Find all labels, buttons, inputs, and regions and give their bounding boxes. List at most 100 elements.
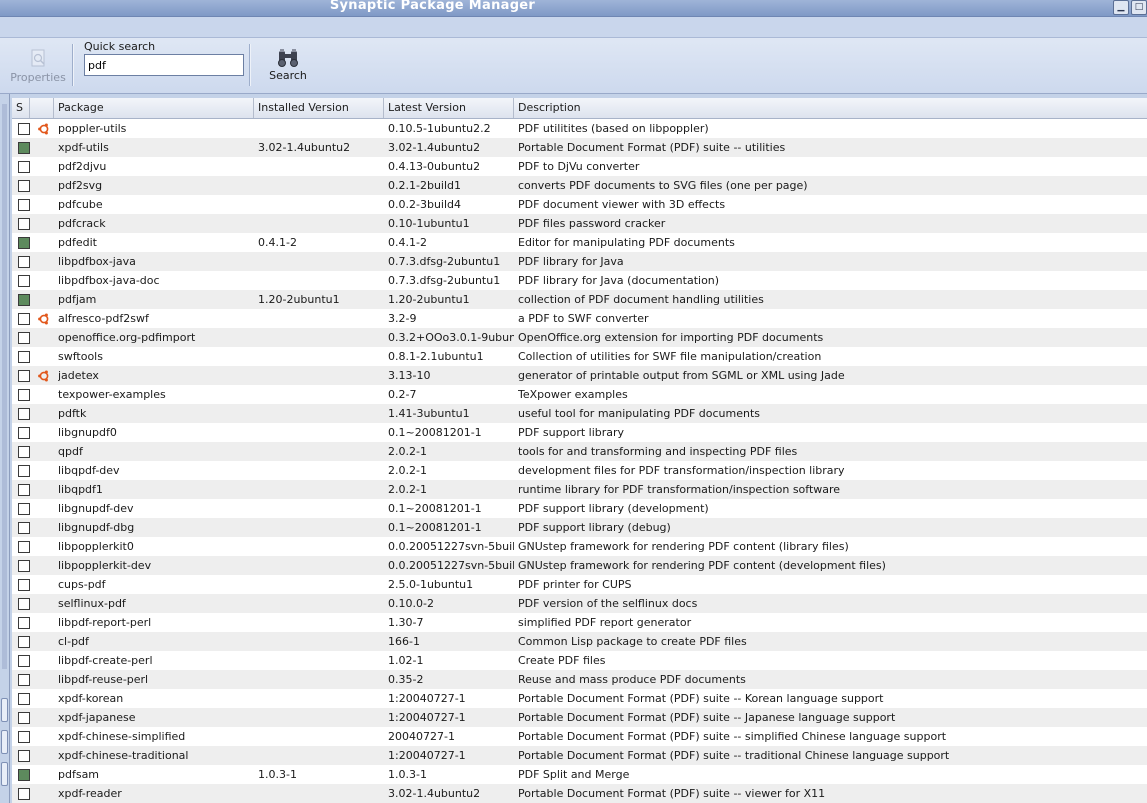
package-name: xpdf-reader	[58, 787, 122, 800]
not-installed-status-checkbox[interactable]	[18, 370, 30, 382]
not-installed-status-checkbox[interactable]	[18, 522, 30, 534]
package-row[interactable]: cl-pdf 166-1 Common Lisp package to create…	[12, 632, 1147, 651]
package-row[interactable]: libpdfbox-java-doc 0.7.3.dfsg-2ubuntu1 PDF…	[12, 271, 1147, 290]
left-pane	[0, 94, 10, 803]
package-row[interactable]: pdfedit 0.4.1-2 0.4.1-2 Editor for manipula…	[12, 233, 1147, 252]
package-row[interactable]: xpdf-chinese-simplified 20040727-1 Portabl…	[12, 727, 1147, 746]
column-header-latest-version[interactable]: Latest Version	[384, 98, 514, 118]
not-installed-status-checkbox[interactable]	[18, 788, 30, 800]
package-name: pdf2djvu	[58, 160, 107, 173]
package-row[interactable]: xpdf-chinese-traditional 1:20040727-1 Port…	[12, 746, 1147, 765]
package-row[interactable]: libgnupdf0 0.1~20081201-1 PDF support libr…	[12, 423, 1147, 442]
package-row[interactable]: pdfcube 0.0.2-3build4 PDF document viewer …	[12, 195, 1147, 214]
package-row[interactable]: xpdf-korean 1:20040727-1 Portable Document…	[12, 689, 1147, 708]
package-row[interactable]: pdfcrack 0.10-1ubuntu1 PDF files password …	[12, 214, 1147, 233]
package-row[interactable]: openoffice.org-pdfimport 0.3.2+OOo3.0.1-9…	[12, 328, 1147, 347]
package-row[interactable]: pdf2svg 0.2.1-2build1 converts PDF documen…	[12, 176, 1147, 195]
not-installed-status-checkbox[interactable]	[18, 674, 30, 686]
installed-status-icon[interactable]	[18, 294, 30, 306]
not-installed-status-checkbox[interactable]	[18, 750, 30, 762]
package-row[interactable]: jadetex 3.13-10 generator of printable out…	[12, 366, 1147, 385]
not-installed-status-checkbox[interactable]	[18, 256, 30, 268]
package-row[interactable]: pdfjam 1.20-2ubuntu1 1.20-2ubuntu1 collecti…	[12, 290, 1147, 309]
latest-version: 0.4.13-0ubuntu2	[388, 160, 481, 173]
latest-version: 0.1~20081201-1	[388, 426, 482, 439]
installed-status-icon[interactable]	[18, 237, 30, 249]
latest-version: 20040727-1	[388, 730, 455, 743]
package-description: GNUstep framework for rendering PDF cont…	[518, 540, 849, 553]
not-installed-status-checkbox[interactable]	[18, 313, 30, 325]
not-installed-status-checkbox[interactable]	[18, 541, 30, 553]
not-installed-status-checkbox[interactable]	[18, 332, 30, 344]
package-row[interactable]: swftools 0.8.1-2.1ubuntu1 Collection of ut…	[12, 347, 1147, 366]
not-installed-status-checkbox[interactable]	[18, 465, 30, 477]
package-description: runtime library for PDF transformation/i…	[518, 483, 841, 496]
package-row[interactable]: libpdf-reuse-perl 0.35-2 Reuse and mass pr…	[12, 670, 1147, 689]
package-row[interactable]: pdftk 1.41-3ubuntu1 useful tool for manipu…	[12, 404, 1147, 423]
filter-tab-button[interactable]	[1, 762, 8, 786]
package-name: xpdf-korean	[58, 692, 124, 705]
package-row[interactable]: qpdf 2.0.2-1 tools for and transforming an…	[12, 442, 1147, 461]
not-installed-status-checkbox[interactable]	[18, 275, 30, 287]
not-installed-status-checkbox[interactable]	[18, 560, 30, 572]
not-installed-status-checkbox[interactable]	[18, 427, 30, 439]
column-header-description[interactable]: Description	[514, 98, 1147, 118]
properties-button[interactable]: Properties	[8, 48, 68, 84]
package-row[interactable]: pdfsam 1.0.3-1 1.0.3-1 PDF Split and Merge	[12, 765, 1147, 784]
not-installed-status-checkbox[interactable]	[18, 617, 30, 629]
package-row[interactable]: alfresco-pdf2swf 3.2-9 a PDF to SWF conver…	[12, 309, 1147, 328]
maximize-icon[interactable]: □	[1131, 0, 1147, 15]
package-row[interactable]: cups-pdf 2.5.0-1ubuntu1 PDF printer for CU…	[12, 575, 1147, 594]
latest-version: 0.10.5-1ubuntu2.2	[388, 122, 491, 135]
column-header-package[interactable]: Package	[54, 98, 254, 118]
left-pane-scrollbar[interactable]	[2, 104, 7, 669]
package-row[interactable]: libqpdf-dev 2.0.2-1 development files for …	[12, 461, 1147, 480]
package-row[interactable]: libpdfbox-java 0.7.3.dfsg-2ubuntu1 PDF lib…	[12, 252, 1147, 271]
package-row[interactable]: libpdf-report-perl 1.30-7 simplified PDF r…	[12, 613, 1147, 632]
package-row[interactable]: libpopplerkit0 0.0.20051227svn-5buil GNUst…	[12, 537, 1147, 556]
not-installed-status-checkbox[interactable]	[18, 408, 30, 420]
not-installed-status-checkbox[interactable]	[18, 351, 30, 363]
installed-status-icon[interactable]	[18, 142, 30, 154]
not-installed-status-checkbox[interactable]	[18, 180, 30, 192]
not-installed-status-checkbox[interactable]	[18, 636, 30, 648]
latest-version: 0.7.3.dfsg-2ubuntu1	[388, 274, 501, 287]
not-installed-status-checkbox[interactable]	[18, 655, 30, 667]
installed-status-icon[interactable]	[18, 769, 30, 781]
package-row[interactable]: libgnupdf-dbg 0.1~20081201-1 PDF support l…	[12, 518, 1147, 537]
column-header-support[interactable]	[30, 98, 54, 118]
filter-tab-button[interactable]	[1, 698, 8, 722]
package-row[interactable]: libpdf-create-perl 1.02-1 Create PDF files	[12, 651, 1147, 670]
quick-search-input[interactable]	[84, 54, 244, 76]
not-installed-status-checkbox[interactable]	[18, 161, 30, 173]
not-installed-status-checkbox[interactable]	[18, 218, 30, 230]
not-installed-status-checkbox[interactable]	[18, 598, 30, 610]
not-installed-status-checkbox[interactable]	[18, 484, 30, 496]
search-button[interactable]: Search	[262, 48, 314, 82]
package-row[interactable]: poppler-utils 0.10.5-1ubuntu2.2 PDF utilit…	[12, 119, 1147, 138]
package-row[interactable]: libgnupdf-dev 0.1~20081201-1 PDF support l…	[12, 499, 1147, 518]
package-description: OpenOffice.org extension for importing P…	[518, 331, 824, 344]
package-row[interactable]: selflinux-pdf 0.10.0-2 PDF version of the …	[12, 594, 1147, 613]
package-row[interactable]: xpdf-utils 3.02-1.4ubuntu2 3.02-1.4ubuntu2…	[12, 138, 1147, 157]
not-installed-status-checkbox[interactable]	[18, 579, 30, 591]
column-header-installed-version[interactable]: Installed Version	[254, 98, 384, 118]
not-installed-status-checkbox[interactable]	[18, 712, 30, 724]
package-name: selflinux-pdf	[58, 597, 126, 610]
column-header-status[interactable]: S	[12, 98, 30, 118]
not-installed-status-checkbox[interactable]	[18, 503, 30, 515]
package-row[interactable]: xpdf-reader 3.02-1.4ubuntu2 Portable Docum…	[12, 784, 1147, 803]
not-installed-status-checkbox[interactable]	[18, 389, 30, 401]
package-row[interactable]: libqpdf1 2.0.2-1 runtime library for PDF t…	[12, 480, 1147, 499]
not-installed-status-checkbox[interactable]	[18, 731, 30, 743]
package-row[interactable]: pdf2djvu 0.4.13-0ubuntu2 PDF to DjVu conve…	[12, 157, 1147, 176]
package-row[interactable]: xpdf-japanese 1:20040727-1 Portable Docume…	[12, 708, 1147, 727]
package-row[interactable]: libpopplerkit-dev 0.0.20051227svn-5buil GN…	[12, 556, 1147, 575]
filter-tab-button[interactable]	[1, 730, 8, 754]
not-installed-status-checkbox[interactable]	[18, 199, 30, 211]
not-installed-status-checkbox[interactable]	[18, 123, 30, 135]
package-row[interactable]: texpower-examples 0.2-7 TeXpower examples	[12, 385, 1147, 404]
not-installed-status-checkbox[interactable]	[18, 693, 30, 705]
minimize-icon[interactable]: ▁	[1113, 0, 1129, 15]
not-installed-status-checkbox[interactable]	[18, 446, 30, 458]
